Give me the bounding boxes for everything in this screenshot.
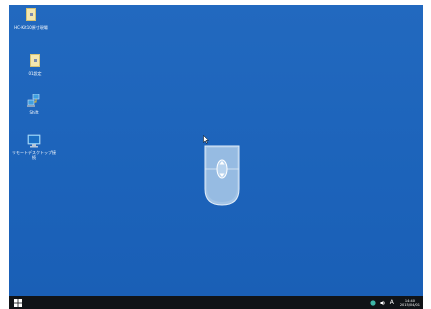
file-icon [24,8,38,22]
desktop-icon-label: 01設定 [28,71,42,76]
taskbar: A 14:40 2015/04/01 [9,296,423,309]
desktop-icon-label: リモートデスクトップ接続 [12,150,56,160]
windows-logo-icon[interactable] [14,299,22,307]
desktop[interactable]: HC-Kit10原寸現場 01設定 Shift リモートデスクトップ接続 [9,5,423,296]
desktop-icon-settings[interactable]: 01設定 [13,54,57,76]
remote-desktop-icon [27,133,41,148]
system-tray: A 14:40 2015/04/01 [370,296,420,309]
taskbar-clock[interactable]: 14:40 2015/04/01 [400,299,420,307]
remote-screen: HC-Kit10原寸現場 01設定 Shift リモートデスクトップ接続 A 1… [9,5,423,309]
network-tray-icon[interactable] [370,299,376,306]
desktop-icon-hc-kit[interactable]: HC-Kit10原寸現場 [9,8,53,30]
network-icon [27,93,41,107]
desktop-icon-remote-desktop[interactable]: リモートデスクトップ接続 [12,133,56,160]
desktop-icon-label: Shift [29,110,39,115]
input-language-indicator[interactable]: A [390,299,394,306]
mouse-cursor-icon [203,135,209,144]
file-icon [28,54,42,68]
scroll-indicator-icon[interactable] [204,145,240,206]
speaker-tray-icon[interactable] [380,300,386,306]
clock-date: 2015/04/01 [399,302,420,307]
desktop-icon-label: HC-Kit10原寸現場 [14,25,48,30]
desktop-icon-shift[interactable]: Shift [12,93,56,115]
